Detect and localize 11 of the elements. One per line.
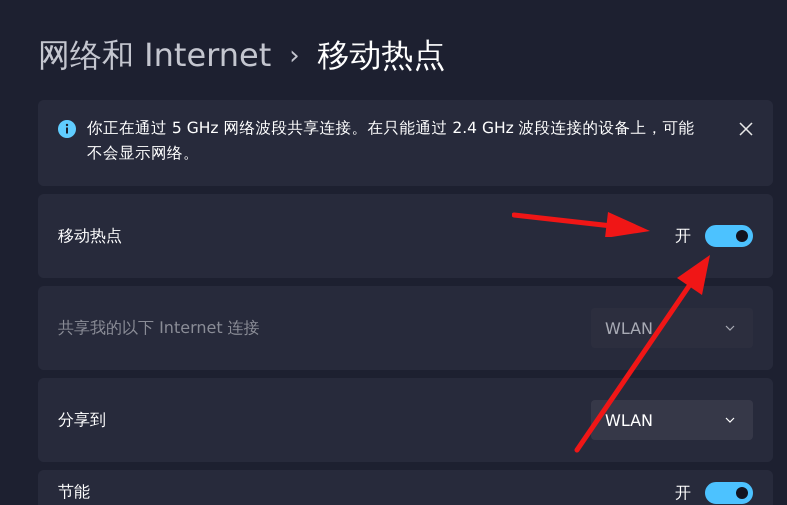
page-title: 移动热点 [318, 35, 446, 76]
setting-label: 移动热点 [58, 226, 122, 246]
toggle-state: 开 [675, 482, 691, 504]
info-message: 你正在通过 5 GHz 网络波段共享连接。在只能通过 2.4 GHz 波段连接的设备上，可能不会显示网络。 [87, 118, 696, 164]
setting-label: 节能 [58, 482, 90, 503]
setting-label: 共享我的以下 Internet 连接 [58, 318, 260, 338]
setting-label: 分享到 [58, 410, 106, 430]
toggle-state: 开 [675, 226, 691, 246]
breadcrumb-separator: › [289, 41, 300, 71]
dropdown[interactable]: WLAN [591, 400, 753, 440]
breadcrumb-parent[interactable]: 网络和 Internet [38, 34, 272, 78]
